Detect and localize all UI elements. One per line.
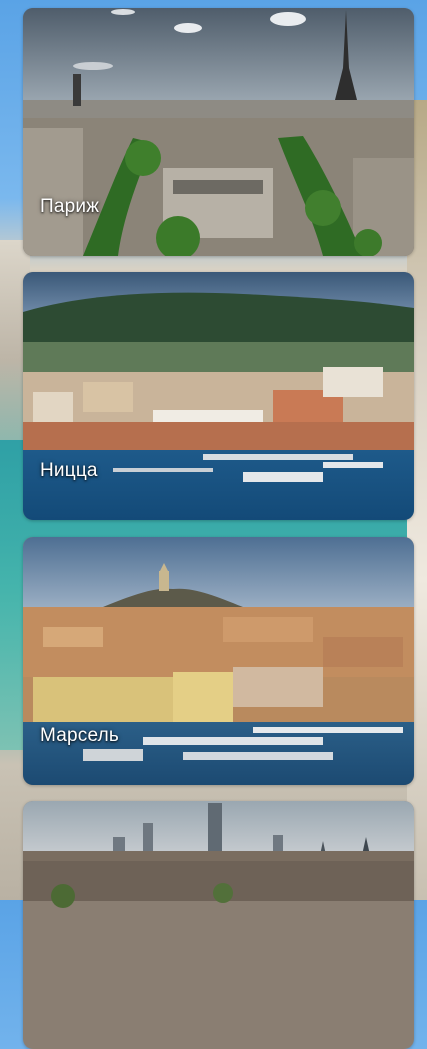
city-name-label: Париж	[40, 196, 100, 217]
city-list: Париж Ницца Марсель	[0, 0, 427, 1049]
city-name-label: Ницца	[40, 460, 98, 481]
city-card-4[interactable]	[23, 801, 414, 1049]
city-card-paris[interactable]: Париж	[23, 8, 414, 256]
city-photo-4	[23, 801, 414, 1049]
paris-photo	[23, 8, 414, 256]
city-card-marseille[interactable]: Марсель	[23, 537, 414, 785]
city-name-label: Марсель	[40, 725, 119, 746]
nice-photo	[23, 272, 414, 520]
city-card-nice[interactable]: Ницца	[23, 272, 414, 520]
marseille-photo	[23, 537, 414, 785]
